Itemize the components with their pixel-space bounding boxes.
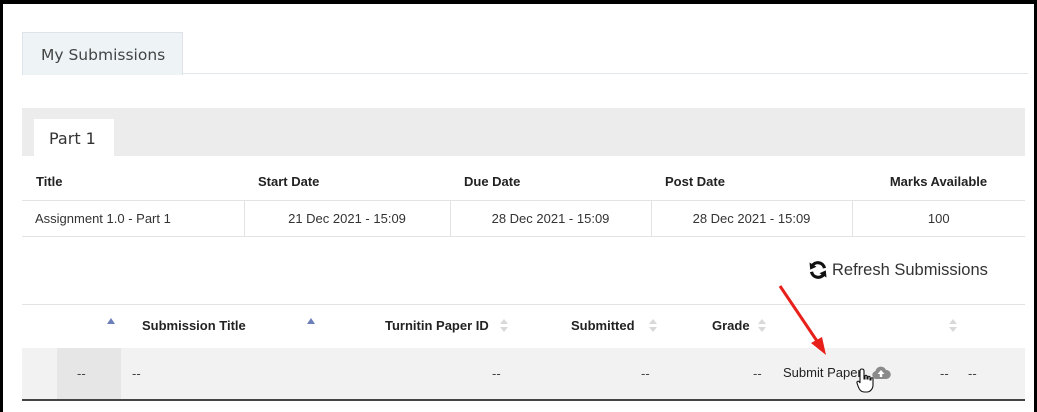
row-col-last-a: -- <box>940 366 949 381</box>
submit-paper-label: Submit Paper <box>783 365 862 380</box>
header-submitted[interactable]: Submitted <box>571 318 635 333</box>
header-turnitin-paper-id[interactable]: Turnitin Paper ID <box>385 318 489 333</box>
row-col1: -- <box>77 366 86 381</box>
header-submission-title[interactable]: Submission Title <box>142 318 246 333</box>
refresh-icon <box>808 260 828 280</box>
cloud-upload-icon <box>872 366 891 379</box>
refresh-label: Refresh Submissions <box>832 260 988 279</box>
row-submission-title: -- <box>132 366 141 381</box>
header-marks-available: Marks Available <box>852 164 1025 201</box>
table-row: -- -- -- -- -- Submit Paper -- -- <box>22 348 1025 401</box>
sort-asc-icon[interactable] <box>307 318 315 324</box>
sort-icon[interactable] <box>649 319 657 333</box>
submit-paper-button[interactable]: Submit Paper <box>783 365 891 380</box>
header-post-date: Post Date <box>651 164 852 201</box>
part-tab-bar: Part 1 <box>22 108 1025 156</box>
assignment-row: Assignment 1.0 - Part 1 21 Dec 2021 - 15… <box>22 200 1025 237</box>
header-start-date: Start Date <box>244 164 450 201</box>
sort-icon[interactable] <box>500 319 508 333</box>
assignment-info-table: Title Start Date Due Date Post Date Mark… <box>22 164 1025 237</box>
assignment-start-date: 21 Dec 2021 - 15:09 <box>243 200 450 237</box>
assignment-due-date: 28 Dec 2021 - 15:09 <box>449 200 651 237</box>
row-col-last-b: -- <box>968 366 977 381</box>
header-due-date: Due Date <box>450 164 651 201</box>
assignment-title: Assignment 1.0 - Part 1 <box>22 200 244 237</box>
submissions-header-row: Submission Title Turnitin Paper ID Submi… <box>22 305 1025 348</box>
row-submitted: -- <box>641 366 650 381</box>
sort-icon[interactable] <box>758 319 766 333</box>
header-title: Title <box>22 164 244 201</box>
tab-part-1[interactable]: Part 1 <box>34 119 114 156</box>
header-grade[interactable]: Grade <box>712 318 750 333</box>
row-turnitin-paper-id: -- <box>492 366 501 381</box>
tab-my-submissions[interactable]: My Submissions <box>22 32 183 75</box>
assignment-post-date: 28 Dec 2021 - 15:09 <box>650 200 852 237</box>
refresh-submissions-button[interactable]: Refresh Submissions <box>808 259 988 281</box>
submissions-table: Submission Title Turnitin Paper ID Submi… <box>22 304 1025 401</box>
sort-icon[interactable] <box>949 319 957 333</box>
assignment-header-row: Title Start Date Due Date Post Date Mark… <box>22 164 1025 201</box>
top-tab-bar: My Submissions <box>22 32 1028 75</box>
row-select-cell[interactable] <box>57 348 121 399</box>
assignment-marks-available: 100 <box>851 200 1025 237</box>
row-grade: -- <box>753 366 762 381</box>
sort-asc-icon[interactable] <box>107 318 115 324</box>
